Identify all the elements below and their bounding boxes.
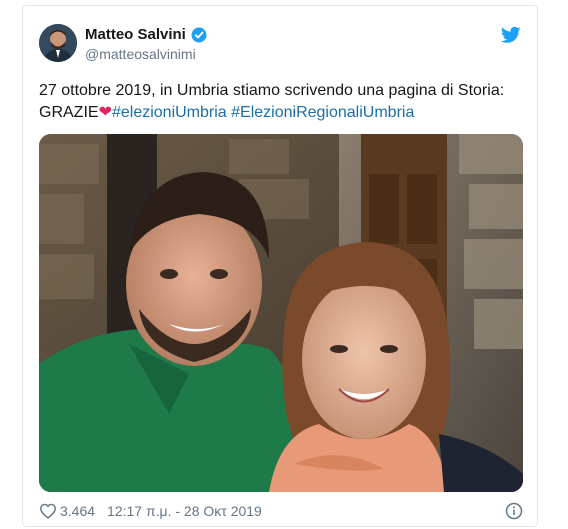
hashtag-elezioni-umbria[interactable]: #elezioniUmbria (112, 104, 227, 121)
twitter-bird-icon[interactable] (500, 26, 521, 44)
heart-icon[interactable] (39, 503, 57, 519)
user-handle[interactable]: @matteosalvinimi (85, 46, 196, 62)
tweet-footer: 3.464 12:17 π.μ. - 28 Οκτ 2019 (39, 502, 523, 520)
tweet-text: 27 ottobre 2019, in Umbria stiamo scrive… (39, 80, 519, 124)
hashtag-elezioni-regionali-umbria[interactable]: #ElezioniRegionaliUmbria (231, 104, 414, 121)
name-row: Matteo Salvini (85, 26, 207, 43)
timestamp[interactable]: 12:17 π.μ. - 28 Οκτ 2019 (107, 503, 262, 519)
verified-icon (191, 27, 207, 43)
info-icon[interactable] (505, 502, 523, 520)
display-name[interactable]: Matteo Salvini (85, 26, 186, 43)
tweet-text-line1: 27 ottobre 2019, in Umbria stiamo scrive… (39, 82, 505, 99)
heart-emoji: ❤ (98, 104, 112, 121)
tweet-card: Matteo Salvini @matteosalvinimi 27 ottob… (22, 5, 538, 527)
like-count: 3.464 (60, 503, 96, 519)
tweet-text-grazie: GRAZIE (39, 104, 99, 121)
avatar[interactable] (39, 24, 77, 62)
tweet-photo[interactable] (39, 134, 523, 492)
